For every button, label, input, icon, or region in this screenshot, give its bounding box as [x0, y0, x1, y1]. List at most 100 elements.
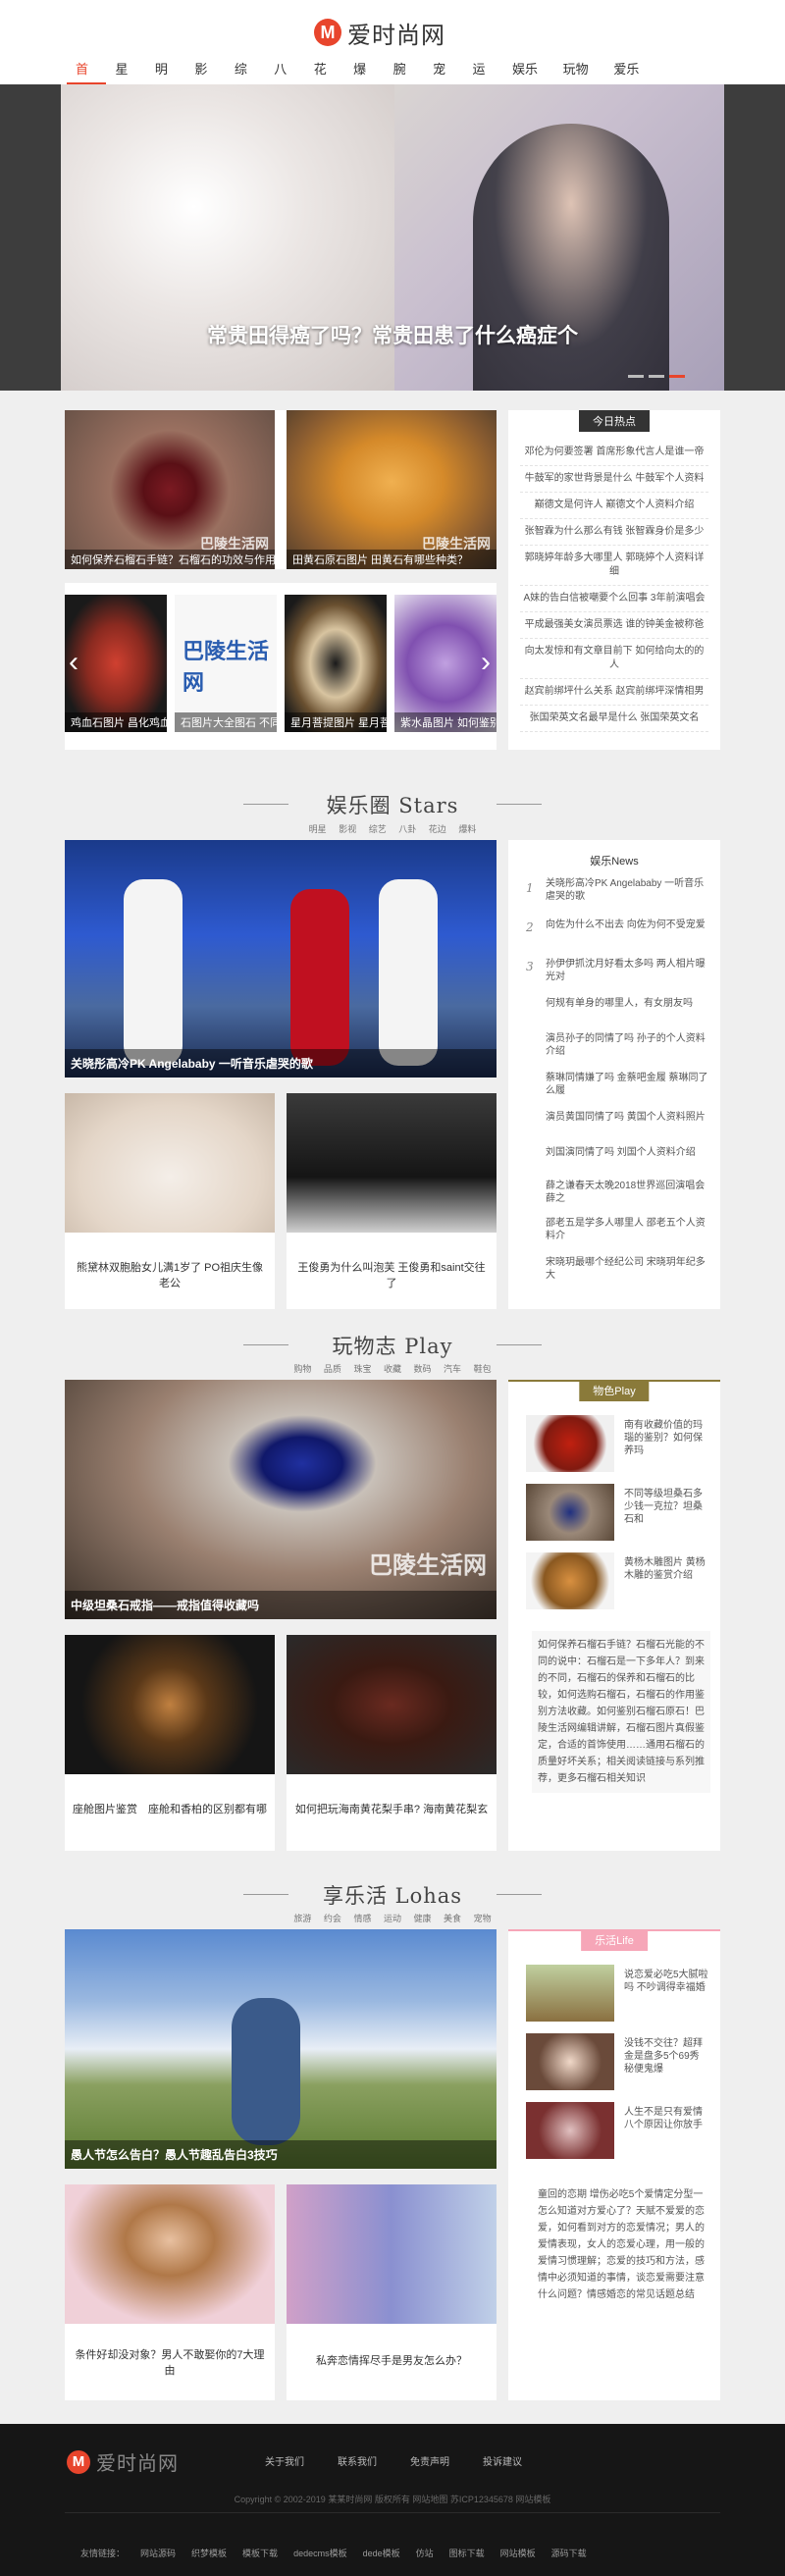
hot-item[interactable]: 张智霖为什么那么有钱 张智霖身价是多少 — [520, 519, 708, 546]
hot-item[interactable]: A妹的告白信被嘲要个么回事 3年前演唱会 — [520, 586, 708, 612]
news-item[interactable]: 薛之谦春天太晚2018世界巡回演唱会 薛之 — [546, 1180, 708, 1205]
subnav-item[interactable]: 数码 — [414, 1364, 432, 1374]
hero-dot-active[interactable] — [669, 375, 685, 378]
subnav-item[interactable]: 约会 — [324, 1914, 341, 1923]
nav-item[interactable]: 爱乐活 — [604, 57, 655, 102]
footer-link[interactable]: 投诉建议 — [483, 2453, 522, 2468]
hot-item[interactable]: 赵宾前绑坪什么关系 赵宾前绑坪深情相男 — [520, 679, 708, 706]
nav-item[interactable]: 综艺 — [226, 57, 265, 102]
play-card[interactable]: 如何把玩海南黄花梨手串? 海南黄花梨玄 — [287, 1635, 497, 1851]
subnav-item[interactable]: 运动 — [384, 1914, 401, 1923]
friend-link[interactable]: dedecms模板 — [293, 2547, 347, 2559]
friend-link[interactable]: 仿站 — [416, 2547, 434, 2559]
subnav-item[interactable]: 花边 — [429, 824, 446, 834]
subnav-item[interactable]: 汽车 — [444, 1364, 461, 1374]
site-logo[interactable]: M 爱时尚网 — [314, 16, 471, 49]
hot-item[interactable]: 牛鼓军的家世背景是什么 牛鼓军个人资料 — [520, 466, 708, 493]
stars-main-image[interactable]: 关晓彤高冷PK Angelababy 一听音乐虐哭的歌 — [65, 840, 497, 1078]
play-main-image[interactable]: 巴陵生活网 中级坦桑石戒指——戒指值得收藏吗 — [65, 1380, 497, 1619]
gallery-small-item[interactable]: 巴陵生活网 石图片大全图石 不同颜色的石头 — [175, 595, 277, 732]
subnav-item[interactable]: 综艺 — [369, 824, 387, 834]
play-side-item[interactable]: 不同等级坦桑石多少钱一克拉？坦桑石和 — [624, 1488, 708, 1526]
hero-dot[interactable] — [628, 375, 644, 378]
subnav-item[interactable]: 爆料 — [458, 824, 476, 834]
play-side-thumb[interactable] — [526, 1484, 614, 1541]
friend-link[interactable]: 源码下载 — [551, 2547, 587, 2559]
gallery-small-item[interactable]: 星月菩提图片 星月菩提手串有什么讲究 — [285, 595, 387, 732]
news-item[interactable]: 刘国演同情了吗 刘国个人资料介绍 — [546, 1146, 708, 1159]
hot-item[interactable]: 张国荣英文名最早是什么 张国荣英文名 — [520, 706, 708, 732]
subnav-item[interactable]: 鞋包 — [474, 1364, 492, 1374]
play-side-item[interactable]: 黄杨木雕图片 黄杨木雕的鉴赏介绍 — [624, 1556, 708, 1582]
life-side-thumb[interactable] — [526, 2102, 614, 2159]
life-card[interactable]: 私奔恋情挥尽手是男友怎么办？ — [287, 2184, 497, 2400]
nav-item[interactable]: 爆料 — [344, 57, 384, 102]
gallery-big-item[interactable]: 巴陵生活网 如何保养石榴石手链？石榴石的功效与作用 — [65, 410, 275, 569]
life-side-item[interactable]: 说恋爱必吃5大腻啦吗 不吵调得幸福婚 — [624, 1969, 708, 1994]
gallery-small-item[interactable]: 鸡血石图片 昌化鸡血石鉴别 — [65, 595, 167, 732]
news-item[interactable]: 邵老五是学多人哪里人 邵老五个人资料介 — [546, 1217, 708, 1242]
footer-logo[interactable]: M 爱时尚网 — [67, 2447, 179, 2476]
news-item[interactable]: 孙伊伊抓沈月好看太多吗 两人相片曝光对 — [546, 958, 708, 983]
life-side-text[interactable]: 童回的恋期 增伤必吃5个爱情定分型一怎么知道对方爱心了？天赋不爱爱的恋爱，如何看… — [532, 2181, 710, 2309]
nav-item[interactable]: 玩物志 — [554, 57, 605, 102]
subnav-item[interactable]: 影视 — [339, 824, 356, 834]
hot-item[interactable]: 向太发惊和有文章目前下 如何给向太的的人 — [520, 639, 708, 679]
friend-link[interactable]: 织梦模板 — [191, 2547, 227, 2559]
stars-card[interactable]: 王俊勇为什么叫泡芙 王俊勇和saint交往了 — [287, 1093, 497, 1309]
play-side-item[interactable]: 南有收藏价值的玛瑙的鉴别？如何保养玛 — [624, 1419, 708, 1457]
life-side-thumb[interactable] — [526, 1965, 614, 2022]
nav-item[interactable]: 运动 — [464, 57, 503, 102]
subnav-item[interactable]: 宠物 — [474, 1914, 492, 1923]
news-item[interactable]: 何规有单身的哪里人，有女朋友吗 — [546, 997, 708, 1010]
friend-link[interactable]: dede模板 — [363, 2547, 400, 2559]
play-card[interactable]: 座舱图片鉴赏 座舱和香柏的区别都有哪 — [65, 1635, 275, 1851]
subnav-item[interactable]: 品质 — [324, 1364, 341, 1374]
play-side-thumb[interactable] — [526, 1415, 614, 1472]
subnav-item[interactable]: 健康 — [414, 1914, 432, 1923]
carousel-prev-icon[interactable]: ‹ — [69, 646, 78, 679]
news-item[interactable]: 向佐为什么不出去 向佐为何不受宠爱 — [546, 919, 708, 931]
life-main-image[interactable]: 愚人节怎么告白？愚人节趣乱告白3技巧 — [65, 1929, 497, 2169]
news-item[interactable]: 演员黄国同情了吗 黄国个人资料照片 — [546, 1111, 708, 1124]
nav-item-home[interactable]: 首页 — [67, 57, 107, 102]
subnav-item[interactable]: 情感 — [353, 1914, 371, 1923]
subnav-item[interactable]: 珠宝 — [353, 1364, 371, 1374]
hot-item[interactable]: 郭晓婷年龄多大哪里人 郭晓婷个人资料详细 — [520, 546, 708, 586]
subnav-item[interactable]: 购物 — [293, 1364, 311, 1374]
footer-link[interactable]: 关于我们 — [265, 2453, 304, 2468]
subnav-item[interactable]: 明星 — [309, 824, 327, 834]
hero-title[interactable]: 常贵田得癌了吗？常贵田患了什么癌症个 — [61, 320, 724, 349]
hot-item[interactable]: 巅德文是何许人 巅德文个人资料介绍 — [520, 493, 708, 519]
nav-item[interactable]: 宠物 — [424, 57, 463, 102]
nav-item[interactable]: 影视 — [185, 57, 225, 102]
nav-item[interactable]: 星秀 — [106, 57, 145, 102]
news-item[interactable]: 关晓彤高冷PK Angelababy 一听音乐虐哭的歌 — [546, 877, 708, 903]
news-item[interactable]: 演员孙子的同情了吗 孙子的个人资料介绍 — [546, 1032, 708, 1058]
stars-card[interactable]: 熊黛林双胞胎女儿满1岁了 PO祖庆生像老公 — [65, 1093, 275, 1309]
life-side-item[interactable]: 人生不是只有爱情 八个原因让你放手 — [624, 2106, 708, 2131]
friend-link[interactable]: 模板下载 — [242, 2547, 278, 2559]
subnav-item[interactable]: 旅游 — [293, 1914, 311, 1923]
friend-link[interactable]: 网站模板 — [500, 2547, 536, 2559]
hot-item[interactable]: 平成最强美女演员票选 谁的钟美金被称爸 — [520, 612, 708, 639]
footer-link[interactable]: 免责声明 — [410, 2453, 449, 2468]
hot-item[interactable]: 邓伦为何要签署 首席形象代言人是谁一帝 — [520, 440, 708, 466]
news-item[interactable]: 宋晓玥最哪个经纪公司 宋晓玥年纪多大 — [546, 1256, 708, 1282]
nav-item[interactable]: 腕表 — [385, 57, 424, 102]
nav-item[interactable]: 娱乐圈 — [503, 57, 554, 102]
gallery-big-item[interactable]: 巴陵生活网 田黄石原石图片 田黄石有哪些种类？ — [287, 410, 497, 569]
nav-item[interactable]: 八卦 — [265, 57, 304, 102]
subnav-item[interactable]: 八卦 — [398, 824, 416, 834]
life-side-thumb[interactable] — [526, 2033, 614, 2090]
footer-link[interactable]: 联系我们 — [338, 2453, 377, 2468]
life-card[interactable]: 条件好却没对象？男人不敢娶你的7大理由 — [65, 2184, 275, 2400]
hero-dot[interactable] — [649, 375, 664, 378]
play-side-thumb[interactable] — [526, 1552, 614, 1609]
friend-link[interactable]: 图标下载 — [449, 2547, 485, 2559]
life-side-item[interactable]: 没钱不交往？超拜金是盘多5个69秀秘便鬼爆 — [624, 2037, 708, 2076]
nav-item[interactable]: 明星 — [146, 57, 185, 102]
news-item[interactable]: 蔡琳同情嫌了吗 金蔡吧金履 蔡琳同了么履 — [546, 1072, 708, 1097]
friend-link[interactable]: 网站源码 — [140, 2547, 176, 2559]
nav-item[interactable]: 花边 — [305, 57, 344, 102]
